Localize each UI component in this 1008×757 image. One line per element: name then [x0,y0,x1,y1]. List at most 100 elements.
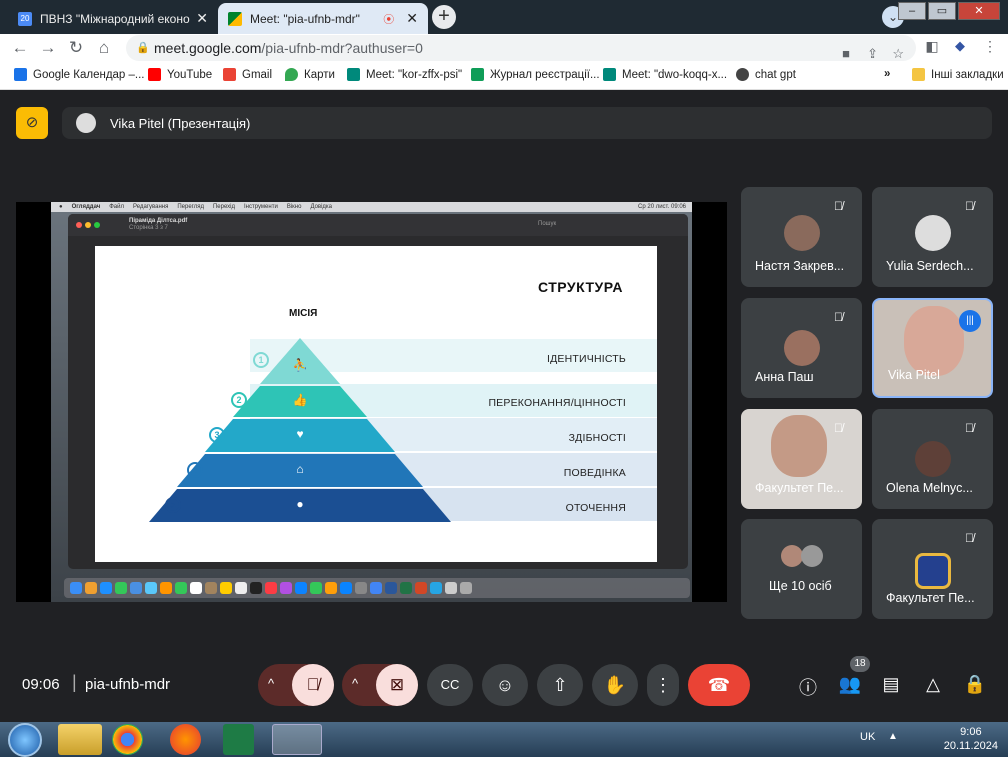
calendar-icon [14,68,27,81]
start-button[interactable] [8,723,42,757]
leave-call-button[interactable]: ☎ [688,664,750,706]
close-tab-icon[interactable]: ✕ [196,10,208,27]
chat-icon[interactable]: ▤ [879,674,903,695]
maximize-button[interactable]: ▭ [928,2,956,20]
bookmark-youtube[interactable]: YouTube [148,68,212,81]
finder-icon [70,582,82,594]
bookmark-label: Google Календар –... [33,68,145,81]
meet-icon [347,68,360,81]
close-window-button[interactable]: ✕ [958,2,1000,20]
tray-up-icon[interactable]: ▲ [888,731,898,742]
firefox-icon[interactable] [170,724,201,755]
level-label-4: ПОВЕДІНКА [563,467,626,479]
chevron-up-icon[interactable]: ^ [352,676,358,691]
host-controls-icon[interactable]: 🔒 [963,674,987,695]
presentation-off-icon[interactable]: ⊘ [16,107,48,139]
raise-hand-button[interactable]: ✋ [592,664,638,706]
participant-tile[interactable]: 🎙̸ Yulia Serdech... [872,187,993,287]
bookmark-label: Meet: "dwo-koqq-x... [622,68,728,81]
reload-icon[interactable]: ↻ [66,38,86,58]
more-participants-tile[interactable]: Ще 10 осіб [741,519,862,619]
participant-tile-active[interactable]: ||| Vika Pitel [872,298,993,398]
appstore-icon [295,582,307,594]
avatar [801,545,823,567]
zoom-dot-icon [94,222,100,228]
minimize-dot-icon [85,222,91,228]
present-button[interactable]: ⇧ [537,664,583,706]
avatar [784,215,820,251]
camera-off-button[interactable]: ⊠ [376,664,418,706]
more-bookmarks-button[interactable]: » [884,68,890,80]
sidepanel-icon[interactable]: ◧ [922,38,942,55]
menubar-item: Перегляд [177,204,204,210]
language-indicator[interactable]: UK [860,731,875,743]
bookmark-meet-kor[interactable]: Meet: "kor-zffx-psi" [347,68,462,81]
chrome-icon [370,582,382,594]
participant-tile[interactable]: 🎙̸ Факультет Пе... [741,409,862,509]
home-icon[interactable]: ⌂ [94,38,114,58]
tab-pvnz[interactable]: 20 ПВНЗ "Міжнародний економіко ✕ [8,3,218,34]
meeting-code: pia-ufnb-mdr [85,676,171,693]
mic-off-button[interactable]: 🎙̸ [292,664,334,706]
close-tab-icon[interactable]: ✕ [406,10,418,27]
level-number-3: 3 [209,427,225,443]
minimize-button[interactable]: – [898,2,926,20]
participant-name: Vika Pitel [888,368,940,382]
menu-icon[interactable]: ⋮ [980,38,1000,55]
chrome-active-icon[interactable] [272,724,322,755]
participant-tile[interactable]: 🎙̸ Настя Закрев... [741,187,862,287]
clock[interactable]: 9:06 20.11.2024 [944,725,998,753]
other-bookmarks[interactable]: Інші закладки [912,68,1004,81]
address-bar[interactable]: 🔒 meet.google.com/pia-ufnb-mdr?authuser=… [126,35,916,61]
more-options-button[interactable]: ⋮ [647,664,679,706]
avatar [784,330,820,366]
excel-icon[interactable] [223,724,254,755]
level-number-2: 2 [231,392,247,408]
avatar [915,215,951,251]
bookmark-label: chat gpt [755,68,796,81]
bookmark-chatgpt[interactable]: chat gpt [736,68,796,81]
browser-tab-bar: 20 ПВНЗ "Міжнародний економіко ✕ Meet: "… [0,0,1008,34]
participant-name: Факультет Пе... [886,591,975,605]
reminders-icon [235,582,247,594]
bookmark-maps[interactable]: Карти [285,68,335,81]
browser-toolbar: ← → ↻ ⌂ 🔒 meet.google.com/pia-ufnb-mdr?a… [0,34,1008,62]
avatar [915,441,951,477]
excel-icon [400,582,412,594]
tab-meet[interactable]: Meet: "pia-ufnb-mdr" ⦿ ✕ [218,3,428,34]
bookmark-meet-dwo[interactable]: Meet: "dwo-koqq-x... [603,68,727,81]
info-icon[interactable]: ⓘ [796,674,820,700]
back-icon[interactable]: ← [10,38,30,58]
emoji-button[interactable]: ☺ [482,664,528,706]
youtube-icon [148,68,161,81]
mac-dock [64,578,690,598]
bookmark-journal[interactable]: Журнал реєстрації... [471,68,600,81]
captions-button[interactable]: CC [427,664,473,706]
participant-tile[interactable]: 🎙̸ Olena Melnyc... [872,409,993,509]
participant-name: Yulia Serdech... [886,259,974,273]
bookmark-calendar[interactable]: Google Календар –... [14,68,145,81]
forward-icon[interactable]: → [38,38,58,58]
extension-icon[interactable]: ◆ [950,38,970,54]
menubar-item: Довідка [310,204,333,210]
participant-tile[interactable]: 🎙̸ Анна Паш [741,298,862,398]
activities-icon[interactable]: △ [921,674,945,695]
participant-tile[interactable]: 🎙̸ Факультет Пе... [872,519,993,619]
slide: СТРУКТУРА МІСІЯ ІДЕНТИЧНІСТЬ ПЕРЕКОНАННЯ… [95,246,657,562]
pdf-viewer-window: Піраміда Ділтса.pdf Сторінка 3 з 7 Пошук… [68,214,688,569]
calendar-20-icon: 20 [18,11,32,26]
bookmark-gmail[interactable]: Gmail [223,68,272,81]
explorer-icon[interactable] [58,724,102,755]
participant-name: Настя Закрев... [755,259,845,273]
chrome-icon[interactable] [112,724,143,755]
url-path: /pia-ufnb-mdr?authuser=0 [261,40,423,56]
mic-off-icon: 🎙̸ [834,421,843,435]
level-label-3: ЗДІБНОСТІ [568,432,626,444]
file-icon [445,582,457,594]
people-icon[interactable]: 👥 [838,674,862,695]
contacts-icon [205,582,217,594]
presenter-label: Vika Pitel (Презентація) [110,115,251,131]
chevron-up-icon[interactable]: ^ [268,676,274,691]
new-tab-button[interactable]: + [432,5,456,29]
notes-icon [220,582,232,594]
